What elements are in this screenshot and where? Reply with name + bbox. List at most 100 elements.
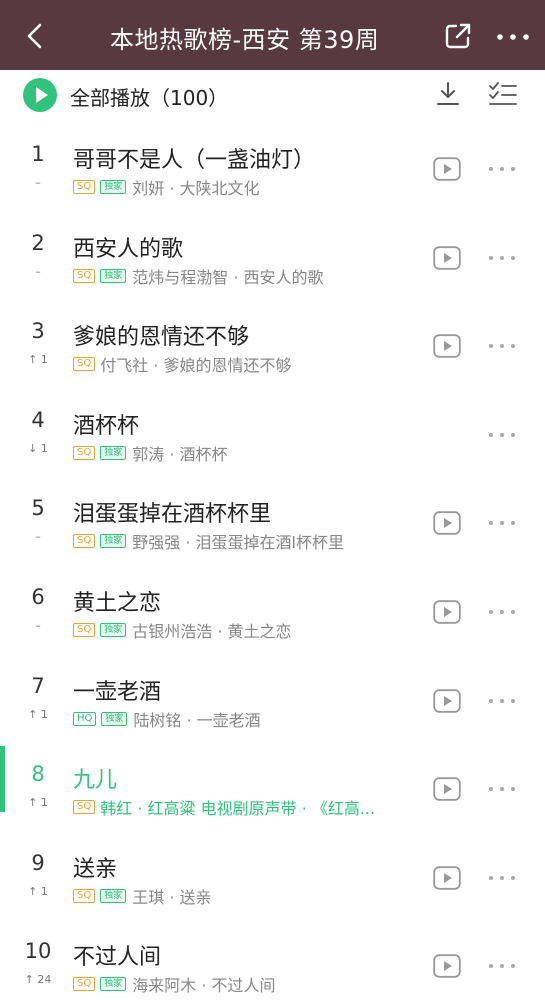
rank-trend: ↑ 1 (28, 353, 48, 367)
song-meta: SQ 独家 王琪 · 送亲 (73, 886, 212, 907)
more-icon[interactable] (488, 963, 516, 969)
song-row[interactable]: 9 ↑ 1 送亲 SQ 独家 王琪 · 送亲 (0, 831, 545, 920)
exclusive-badge: 独家 (100, 622, 127, 637)
song-meta: SQ 独家 范炜与程渤智 · 西安人的歌 (73, 266, 324, 287)
song-meta: SQ 独家 海来阿木 · 不过人间 (73, 974, 276, 996)
rank-number: 9 (31, 850, 45, 875)
song-meta: SQ 付飞社 · 爹娘的恩情还不够 (73, 354, 292, 376)
more-icon[interactable] (496, 33, 530, 41)
download-icon[interactable] (434, 80, 462, 108)
video-play-icon[interactable] (433, 157, 461, 181)
song-meta: SQ 韩红 · 红高粱 电视剧原声带 · 《红高... (73, 797, 376, 819)
quality-badge: SQ (73, 622, 96, 637)
quality-badge: SQ (73, 534, 96, 549)
song-row[interactable]: 2 – 西安人的歌 SQ 独家 范炜与程渤智 · 西安人的歌 (0, 211, 545, 300)
rank-number: 8 (31, 762, 45, 787)
rank-trend: ↑ 1 (28, 796, 48, 810)
song-title: 泪蛋蛋掉在酒杯杯里 (73, 502, 272, 528)
more-icon[interactable] (488, 698, 516, 704)
video-play-icon[interactable] (433, 866, 461, 890)
quality-badge: HQ (73, 711, 97, 726)
quality-badge: SQ (73, 445, 96, 460)
back-arrow-icon[interactable] (22, 22, 48, 50)
share-icon[interactable] (444, 22, 472, 50)
more-icon[interactable] (488, 786, 516, 792)
rank-number: 7 (31, 673, 45, 698)
rank-trend: – (35, 176, 41, 189)
exclusive-badge: 独家 (100, 977, 127, 992)
play-all-icon[interactable] (23, 78, 57, 112)
song-title: 送亲 (73, 856, 118, 882)
song-row[interactable]: 10 ↑ 24 不过人间 SQ 独家 海来阿木 · 不过人间 (0, 919, 545, 1000)
exclusive-badge: 独家 (100, 180, 127, 194)
more-icon[interactable] (488, 520, 516, 526)
song-row[interactable]: 6 – 黄土之恋 SQ 独家 古银州浩浩 · 黄土之恋 (0, 565, 545, 654)
rank-trend: ↑ 1 (28, 707, 48, 721)
rank-trend: ↑ 1 (28, 884, 48, 898)
exclusive-badge: 独家 (101, 711, 128, 726)
video-play-icon[interactable] (433, 334, 461, 358)
song-row[interactable]: 4 ↓ 1 酒杯杯 SQ 独家 郭涛 · 酒杯杯 (0, 388, 545, 477)
song-row[interactable]: 1 – 哥哥不是人（一盏油灯） SQ 独家 刘妍 · 大陕北文化 (0, 122, 545, 211)
song-list: 1– 哥哥不是人（一盏油灯） SQ 独家 刘妍 · 大陕北文化 2– 西安人的歌 SQ 独家范… (0, 122, 545, 1000)
song-row[interactable]: 8 ↑ 1 九儿 SQ 韩红 · 红高粱 电视剧原声带 · 《红高... (0, 742, 545, 831)
exclusive-badge: 独家 (100, 888, 127, 903)
rank-trend: ↓ 1 (28, 441, 48, 455)
artist-album: 范炜与程渤智 · 西安人的歌 (132, 267, 324, 287)
quality-badge: SQ (73, 977, 96, 992)
more-icon[interactable] (488, 432, 516, 438)
rank-number: 2 (31, 230, 45, 255)
play-toolbar: 全部播放（100） (0, 70, 545, 122)
exclusive-badge: 独家 (100, 534, 127, 549)
rank-trend: – (35, 530, 41, 544)
song-meta: HQ 独家 陆树铭 · 一壶老酒 (73, 709, 261, 730)
more-icon[interactable] (488, 166, 516, 172)
artist-album: 王琪 · 送亲 (132, 887, 212, 907)
multi-select-icon[interactable] (488, 81, 518, 107)
play-all-button[interactable]: 全部播放（100） (70, 82, 228, 111)
more-icon[interactable] (488, 875, 516, 881)
artist-album: 海来阿木 · 不过人间 (132, 976, 276, 996)
song-meta: SQ 独家 古银州浩浩 · 黄土之恋 (73, 620, 292, 641)
more-icon[interactable] (488, 609, 516, 615)
rank-trend: – (35, 264, 41, 278)
rank-number: 1 (31, 142, 45, 166)
song-meta: SQ 独家 野强强 · 泪蛋蛋掉在酒l杯杯里 (73, 531, 344, 553)
artist-album: 付飞社 · 爹娘的恩情还不够 (100, 356, 292, 376)
video-play-icon[interactable] (433, 688, 461, 713)
quality-badge: SQ (73, 180, 96, 194)
song-row[interactable]: 7 ↑ 1 一壶老酒 HQ 独家 陆树铭 · 一壶老酒 (0, 654, 545, 743)
song-row[interactable]: 5 – 泪蛋蛋掉在酒杯杯里 SQ 独家 野强强 · 泪蛋蛋掉在酒l杯杯里 (0, 476, 545, 565)
artist-album: 野强强 · 泪蛋蛋掉在酒l杯杯里 (132, 533, 344, 553)
quality-badge: SQ (73, 357, 96, 372)
song-title: 哥哥不是人（一盏油灯） (73, 148, 316, 173)
song-title: 黄土之恋 (73, 590, 162, 616)
song-row[interactable]: 3 ↑ 1 爹娘的恩情还不够 SQ 付飞社 · 爹娘的恩情还不够 (0, 299, 545, 388)
artist-album: 陆树铭 · 一壶老酒 (133, 710, 261, 730)
song-title: 酒杯杯 (73, 413, 140, 439)
top-bar: 本地热歌榜-西安 第39周 (0, 0, 545, 70)
more-icon[interactable] (488, 343, 516, 349)
song-title: 不过人间 (73, 945, 162, 971)
artist-album: 韩红 · 红高粱 电视剧原声带 · 《红高... (100, 799, 376, 819)
rank-number: 3 (31, 319, 45, 344)
quality-badge: SQ (73, 268, 96, 283)
video-play-icon[interactable] (433, 954, 461, 979)
song-title: 一壶老酒 (73, 679, 162, 705)
more-icon[interactable] (488, 255, 516, 261)
artist-album: 刘妍 · 大陕北文化 (132, 179, 260, 198)
rank-trend: ↑ 24 (24, 973, 52, 987)
rank-trend: – (35, 618, 41, 632)
quality-badge: SQ (73, 800, 96, 815)
video-play-icon[interactable] (433, 245, 461, 270)
rank-number: 4 (31, 407, 45, 432)
rank-number: 6 (31, 584, 45, 609)
video-play-icon[interactable] (433, 600, 461, 624)
exclusive-badge: 独家 (100, 445, 127, 460)
video-play-icon[interactable] (433, 777, 461, 801)
song-title: 爹娘的恩情还不够 (73, 325, 250, 351)
rank-number: 10 (24, 939, 52, 964)
video-play-icon[interactable] (433, 511, 461, 536)
quality-badge: SQ (73, 888, 96, 903)
artist-album: 古银州浩浩 · 黄土之恋 (132, 621, 292, 641)
